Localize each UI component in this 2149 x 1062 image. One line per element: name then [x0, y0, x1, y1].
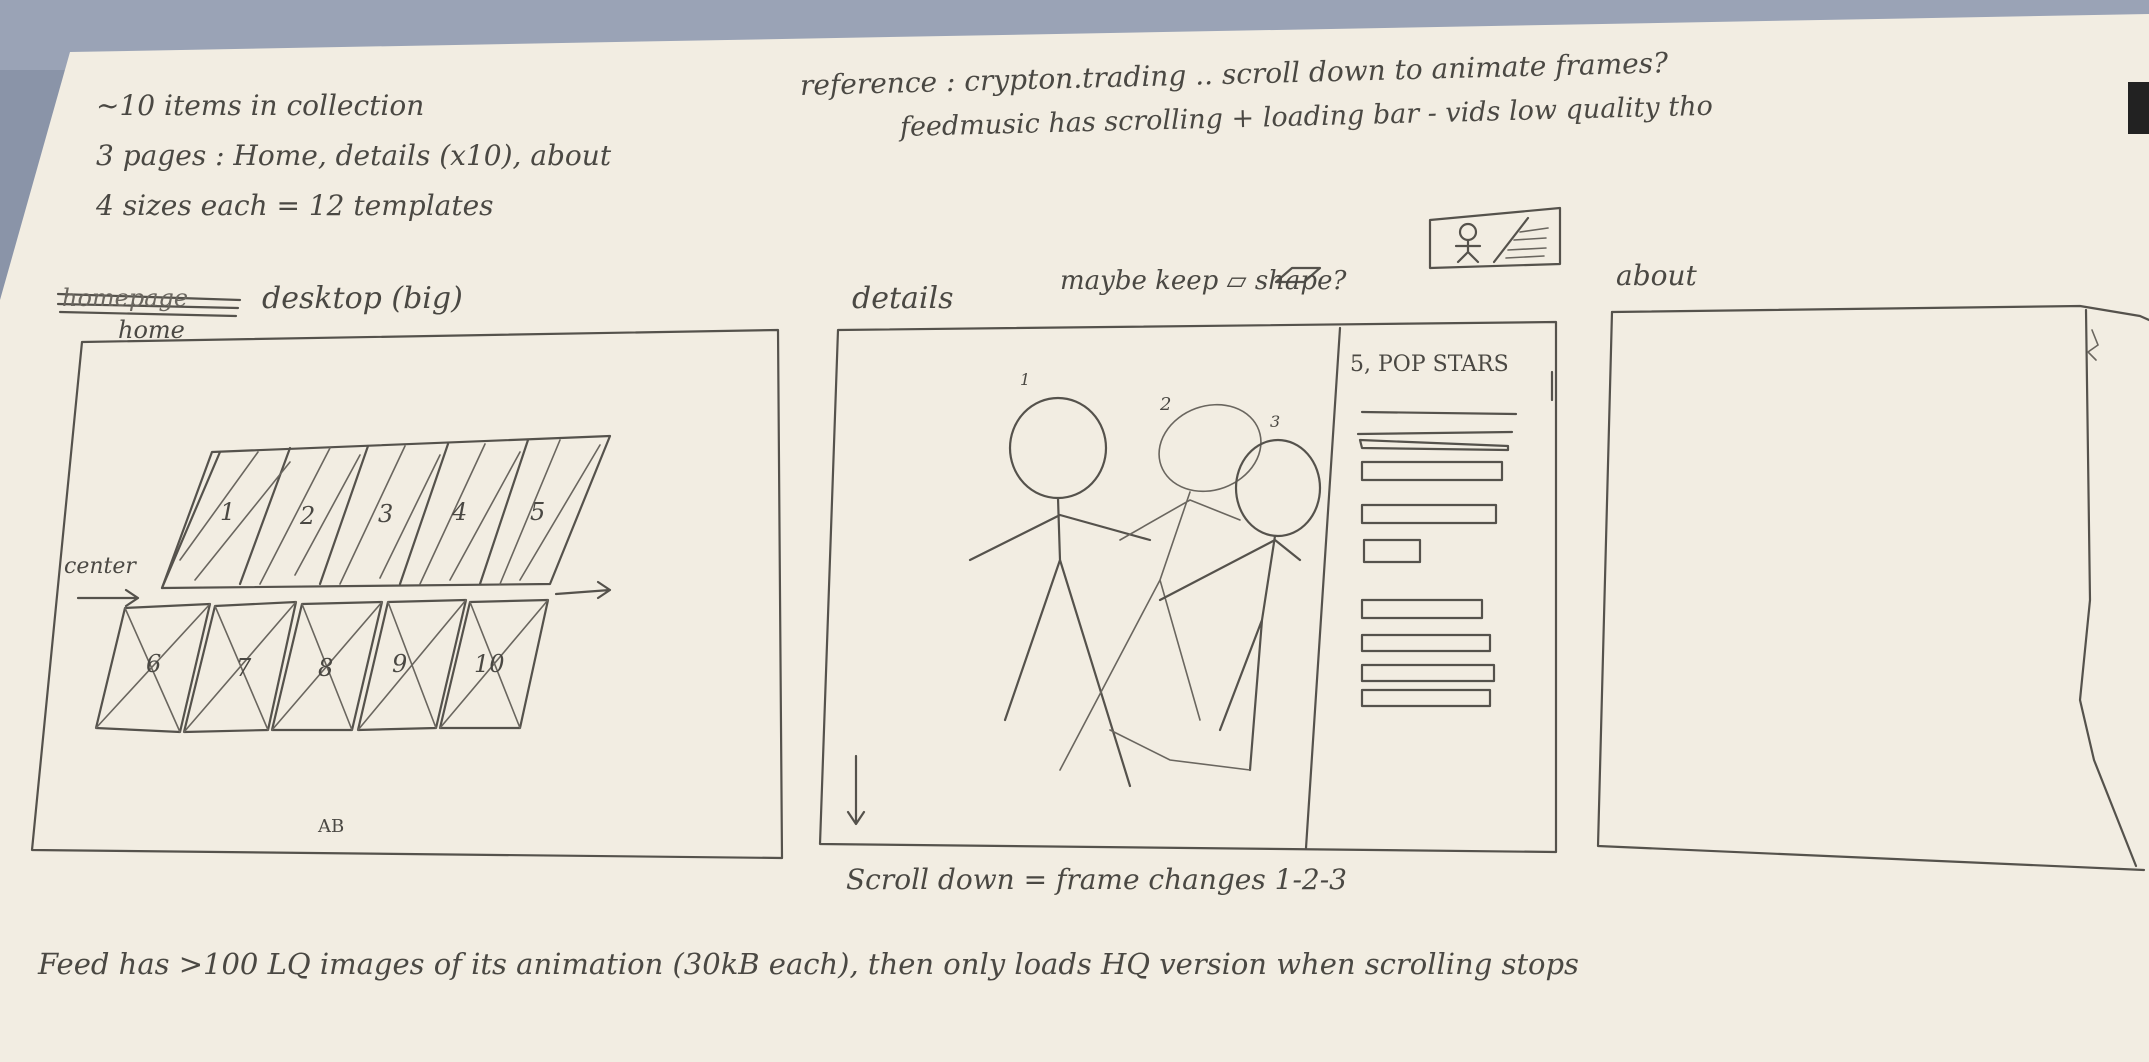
note-feed-loading: Feed has >100 LQ images of its animation… [38, 947, 1579, 981]
note-pages: 3 pages : Home, details (x10), about [96, 139, 612, 172]
details-shape-note: maybe keep ▱ shape? [1060, 266, 1347, 296]
figure-number: 1 [1020, 370, 1031, 389]
frame-number: 6 [146, 650, 162, 678]
frame-number: 2 [300, 502, 316, 530]
home-desktop-label: desktop (big) [262, 281, 463, 316]
frame-number: 8 [318, 654, 334, 682]
frame-number: 10 [474, 650, 505, 678]
note-collection-count: ~10 items in collection [96, 89, 425, 122]
frame-number: 7 [236, 654, 252, 682]
frame-number: 5 [530, 498, 546, 526]
home-center-label: center [64, 554, 136, 579]
note-templates: 4 sizes each = 12 templates [96, 189, 494, 222]
home-footer-label: AB [318, 816, 345, 837]
home-label: home [118, 316, 185, 344]
frame-number: 4 [452, 498, 468, 526]
details-sidebar-title: 5, POP STARS [1350, 352, 1509, 377]
frame-number: 9 [392, 650, 408, 678]
home-crossed-label: homepage [62, 284, 189, 312]
figure-number: 3 [1270, 412, 1281, 431]
about-label: about [1616, 259, 1697, 292]
details-label: details [852, 281, 954, 316]
details-caption: Scroll down = frame changes 1-2-3 [846, 863, 1347, 896]
frame-number: 3 [378, 500, 394, 528]
figure-number: 2 [1160, 394, 1172, 415]
frame-number: 1 [220, 498, 236, 526]
